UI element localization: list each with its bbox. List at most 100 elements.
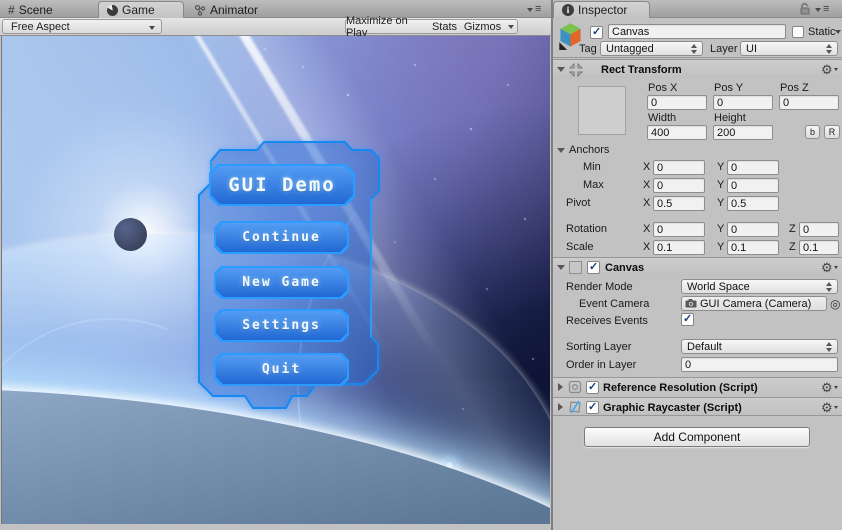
render-mode-dropdown[interactable]: World Space xyxy=(681,279,838,294)
inspector-tabstrip: i Inspector ≡ xyxy=(553,0,842,18)
x-axis-label: X xyxy=(643,197,651,209)
settings-button[interactable]: Settings xyxy=(214,309,349,342)
canvas-component-header[interactable]: Canvas ⚙ xyxy=(553,257,842,276)
graphic-raycaster-checkbox[interactable] xyxy=(586,400,599,414)
moon-silhouette xyxy=(114,218,147,251)
pivot-x-value: 0.5 xyxy=(657,197,673,210)
quit-button-label: Quit xyxy=(261,362,302,377)
reference-resolution-checkbox[interactable] xyxy=(586,380,599,394)
gear-icon[interactable]: ⚙ xyxy=(821,381,838,394)
add-component-label: Add Component xyxy=(653,430,741,444)
continue-button[interactable]: Continue xyxy=(214,221,349,254)
graphic-raycaster-header[interactable]: Graphic Raycaster (Script) ⚙ xyxy=(553,397,842,416)
tab-game[interactable]: Game xyxy=(98,1,184,18)
tab-animator[interactable]: Animator xyxy=(186,1,288,18)
anchors-min-label: Min xyxy=(583,161,601,173)
pos-y-field[interactable]: 0 xyxy=(713,95,773,110)
rotation-z-field[interactable]: 0 xyxy=(799,222,839,237)
anchors-max-x-field[interactable]: 0 xyxy=(653,178,705,193)
settings-button-label: Settings xyxy=(242,318,321,333)
anchors-label: Anchors xyxy=(569,144,610,156)
tab-scene-label: Scene xyxy=(18,2,53,17)
tag-dropdown[interactable]: Untagged xyxy=(600,41,703,56)
aspect-dropdown[interactable]: Free Aspect xyxy=(2,19,162,34)
object-picker-icon[interactable]: ◎ xyxy=(830,298,840,310)
anchors-max-y-field[interactable]: 0 xyxy=(727,178,779,193)
game-pacman-icon xyxy=(107,4,118,16)
scale-y-field[interactable]: 0.1 xyxy=(727,240,779,255)
tag-label: Tag xyxy=(579,43,597,55)
game-panel-menu[interactable]: ≡ xyxy=(527,4,542,15)
gear-icon[interactable]: ⚙ xyxy=(821,261,838,274)
pos-x-value: 0 xyxy=(651,96,658,109)
quit-button[interactable]: Quit xyxy=(214,353,349,386)
anchors-min-x-field[interactable]: 0 xyxy=(653,160,705,175)
button-fill: Settings xyxy=(216,311,347,340)
rotation-y-field[interactable]: 0 xyxy=(727,222,779,237)
anchors-min-y-field[interactable]: 0 xyxy=(727,160,779,175)
foldout-closed-icon[interactable] xyxy=(558,383,563,391)
receives-events-label: Receives Events xyxy=(566,315,648,327)
blueprint-mode-button[interactable]: b xyxy=(805,125,820,139)
rotation-x-field[interactable]: 0 xyxy=(653,222,705,237)
updown-arrows-icon xyxy=(826,281,833,292)
pivot-x-field[interactable]: 0.5 xyxy=(653,196,705,211)
gameobject-name-field[interactable]: Canvas xyxy=(608,24,786,39)
pos-z-field[interactable]: 0 xyxy=(779,95,839,110)
lock-icon[interactable] xyxy=(800,3,811,15)
maximize-on-play-button[interactable]: Maximize on Play xyxy=(345,15,429,39)
pivot-label: Pivot xyxy=(566,197,591,209)
new-game-button[interactable]: New Game xyxy=(214,266,349,299)
z-axis-label: Z xyxy=(789,241,796,253)
event-camera-field[interactable]: GUI Camera (Camera) xyxy=(681,296,827,311)
height-value: 200 xyxy=(717,126,736,139)
static-dropdown-icon[interactable] xyxy=(835,30,841,34)
sorting-layer-dropdown[interactable]: Default xyxy=(681,339,838,354)
scale-z-field[interactable]: 0.1 xyxy=(799,240,839,255)
tab-scene[interactable]: # Scene xyxy=(0,1,97,18)
foldout-open-icon[interactable] xyxy=(557,265,565,270)
sorting-layer-value: Default xyxy=(687,340,722,353)
rotation-x-value: 0 xyxy=(657,223,664,236)
add-component-button[interactable]: Add Component xyxy=(584,427,810,447)
button-fill: Quit xyxy=(216,355,347,384)
button-fill: New Game xyxy=(216,268,347,297)
gear-icon[interactable]: ⚙ xyxy=(821,63,838,76)
pos-z-label: Pos Z xyxy=(780,82,809,94)
tab-inspector-label: Inspector xyxy=(578,3,628,17)
pos-x-field[interactable]: 0 xyxy=(647,95,707,110)
canvas-enabled-checkbox[interactable] xyxy=(587,260,600,274)
pivot-y-value: 0.5 xyxy=(731,197,747,210)
pivot-y-field[interactable]: 0.5 xyxy=(727,196,779,211)
animator-icon xyxy=(194,4,206,16)
height-field[interactable]: 200 xyxy=(713,125,773,140)
foldout-open-icon[interactable] xyxy=(557,67,565,72)
inspector-panel-menu[interactable]: ≡ xyxy=(815,4,830,15)
rotation-z-value: 0 xyxy=(803,223,810,236)
gear-icon[interactable]: ⚙ xyxy=(821,401,838,414)
static-checkbox[interactable] xyxy=(792,26,804,38)
y-axis-label: Y xyxy=(717,179,725,191)
raw-edit-mode-button[interactable]: R xyxy=(824,125,840,139)
rotation-y-value: 0 xyxy=(731,223,738,236)
anchors-foldout-icon[interactable] xyxy=(557,148,565,153)
reference-resolution-header[interactable]: Reference Resolution (Script) ⚙ xyxy=(553,377,842,396)
x-axis-label: X xyxy=(643,179,651,191)
width-field[interactable]: 400 xyxy=(647,125,707,140)
gizmos-dropdown[interactable] xyxy=(504,19,518,34)
layer-dropdown[interactable]: UI xyxy=(740,41,838,56)
new-game-button-label: New Game xyxy=(242,275,321,290)
rect-transform-header[interactable]: Rect Transform ⚙ xyxy=(553,59,842,78)
pos-z-value: 0 xyxy=(783,96,790,109)
stats-button[interactable]: Stats xyxy=(428,19,462,34)
order-in-layer-field[interactable]: 0 xyxy=(681,357,838,372)
reference-resolution-title: Reference Resolution (Script) xyxy=(603,382,758,394)
scale-x-field[interactable]: 0.1 xyxy=(653,240,705,255)
gameobject-active-checkbox[interactable] xyxy=(590,25,603,39)
gizmos-button[interactable]: Gizmos xyxy=(461,19,505,34)
receives-events-checkbox[interactable] xyxy=(681,312,694,326)
camera-icon xyxy=(685,299,697,308)
unity-editor-window: # Scene Game Animator ≡ Free Aspect Maxi… xyxy=(0,0,842,530)
foldout-closed-icon[interactable] xyxy=(558,403,563,411)
tab-inspector[interactable]: i Inspector xyxy=(553,1,650,18)
